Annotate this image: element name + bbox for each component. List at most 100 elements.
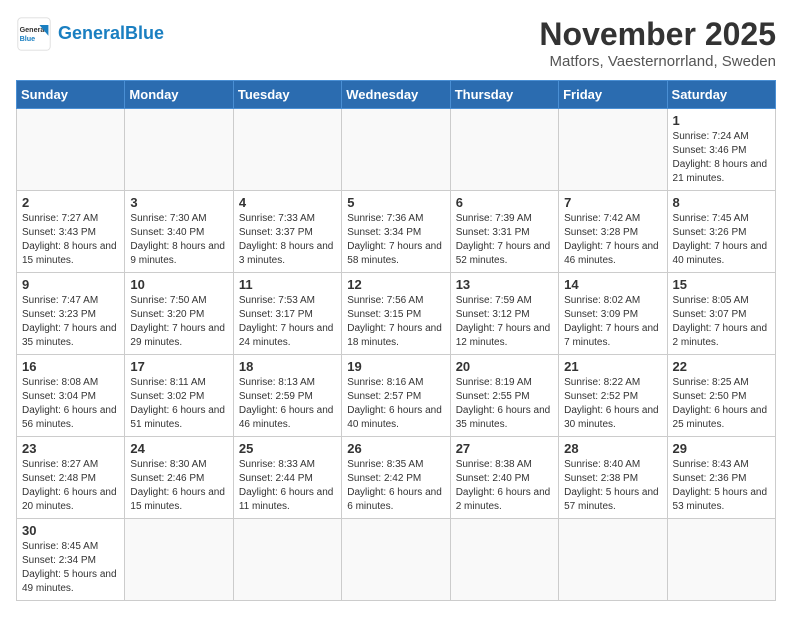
day-info: Sunrise: 7:42 AM Sunset: 3:28 PM Dayligh…: [564, 212, 661, 268]
day-info: Sunrise: 7:53 AM Sunset: 3:17 PM Dayligh…: [239, 294, 336, 350]
calendar-cell: 21 Sunrise: 8:22 AM Sunset: 2:52 PM Dayli…: [559, 355, 667, 437]
calendar-cell: 8 Sunrise: 7:45 AM Sunset: 3:26 PM Daylig…: [667, 191, 775, 273]
calendar-cell: 6Sunrise: 7:39 AM Sunset: 3:31 PM Daylig…: [450, 191, 558, 273]
svg-text:Blue: Blue: [20, 34, 36, 43]
calendar-cell: 30 Sunrise: 8:45 AM Sunset: 2:34 PM Dayli…: [17, 519, 125, 601]
day-number: 15: [673, 277, 770, 292]
day-number: 18: [239, 359, 336, 374]
day-number: 25: [239, 441, 336, 456]
weekday-header-saturday: Saturday: [667, 81, 775, 109]
day-number: 19: [347, 359, 444, 374]
day-info: Sunrise: 8:35 AM Sunset: 2:42 PM Dayligh…: [347, 458, 444, 514]
day-number: 23: [22, 441, 119, 456]
calendar-cell: [342, 109, 450, 191]
day-number: 4: [239, 195, 336, 210]
calendar-cell: 23 Sunrise: 8:27 AM Sunset: 2:48 PM Dayli…: [17, 437, 125, 519]
day-info: Sunrise: 8:40 AM Sunset: 2:38 PM Dayligh…: [564, 458, 661, 514]
day-info: Sunrise: 7:27 AM Sunset: 3:43 PM Dayligh…: [22, 212, 119, 268]
day-number: 7: [564, 195, 661, 210]
calendar-cell: 27 Sunrise: 8:38 AM Sunset: 2:40 PM Dayli…: [450, 437, 558, 519]
calendar-cell: 16Sunrise: 8:08 AM Sunset: 3:04 PM Dayli…: [17, 355, 125, 437]
week-row-2: 9Sunrise: 7:47 AM Sunset: 3:23 PM Daylig…: [17, 273, 776, 355]
week-row-0: 1 Sunrise: 7:24 AM Sunset: 3:46 PM Daylig…: [17, 109, 776, 191]
day-info: Sunrise: 7:56 AM Sunset: 3:15 PM Dayligh…: [347, 294, 444, 350]
weekday-header-thursday: Thursday: [450, 81, 558, 109]
weekday-header-monday: Monday: [125, 81, 233, 109]
logo-general: General: [58, 23, 125, 43]
day-number: 16: [22, 359, 119, 374]
logo-blue: Blue: [125, 23, 164, 43]
day-number: 1: [673, 113, 770, 128]
day-info: Sunrise: 8:02 AM Sunset: 3:09 PM Dayligh…: [564, 294, 661, 350]
weekday-header-friday: Friday: [559, 81, 667, 109]
day-info: Sunrise: 8:45 AM Sunset: 2:34 PM Dayligh…: [22, 540, 119, 596]
calendar-cell: 4 Sunrise: 7:33 AM Sunset: 3:37 PM Daylig…: [233, 191, 341, 273]
day-info: Sunrise: 8:13 AM Sunset: 2:59 PM Dayligh…: [239, 376, 336, 432]
day-info: Sunrise: 7:33 AM Sunset: 3:37 PM Dayligh…: [239, 212, 336, 268]
calendar-cell: 20 Sunrise: 8:19 AM Sunset: 2:55 PM Dayli…: [450, 355, 558, 437]
day-info: Sunrise: 8:22 AM Sunset: 2:52 PM Dayligh…: [564, 376, 661, 432]
calendar-cell: [667, 519, 775, 601]
weekday-header-tuesday: Tuesday: [233, 81, 341, 109]
week-row-3: 16Sunrise: 8:08 AM Sunset: 3:04 PM Dayli…: [17, 355, 776, 437]
month-title: November 2025: [539, 16, 776, 53]
title-block: November 2025 Matfors, Vaesternorrland, …: [539, 16, 776, 70]
calendar-cell: 15 Sunrise: 8:05 AM Sunset: 3:07 PM Dayli…: [667, 273, 775, 355]
calendar-cell: 29Sunrise: 8:43 AM Sunset: 2:36 PM Dayli…: [667, 437, 775, 519]
calendar-cell: 12Sunrise: 7:56 AM Sunset: 3:15 PM Dayli…: [342, 273, 450, 355]
calendar-cell: [559, 519, 667, 601]
calendar-cell: 13 Sunrise: 7:59 AM Sunset: 3:12 PM Dayli…: [450, 273, 558, 355]
calendar-cell: [559, 109, 667, 191]
day-info: Sunrise: 8:19 AM Sunset: 2:55 PM Dayligh…: [456, 376, 553, 432]
calendar-cell: 17Sunrise: 8:11 AM Sunset: 3:02 PM Dayli…: [125, 355, 233, 437]
day-number: 13: [456, 277, 553, 292]
weekday-header-wednesday: Wednesday: [342, 81, 450, 109]
calendar-cell: 1 Sunrise: 7:24 AM Sunset: 3:46 PM Daylig…: [667, 109, 775, 191]
day-number: 27: [456, 441, 553, 456]
calendar-cell: [125, 519, 233, 601]
calendar-cell: [450, 109, 558, 191]
day-info: Sunrise: 8:05 AM Sunset: 3:07 PM Dayligh…: [673, 294, 770, 350]
weekday-header-sunday: Sunday: [17, 81, 125, 109]
day-number: 20: [456, 359, 553, 374]
day-number: 21: [564, 359, 661, 374]
calendar-cell: [17, 109, 125, 191]
calendar-cell: [125, 109, 233, 191]
week-row-1: 2Sunrise: 7:27 AM Sunset: 3:43 PM Daylig…: [17, 191, 776, 273]
day-info: Sunrise: 8:38 AM Sunset: 2:40 PM Dayligh…: [456, 458, 553, 514]
day-info: Sunrise: 8:16 AM Sunset: 2:57 PM Dayligh…: [347, 376, 444, 432]
calendar-cell: 3Sunrise: 7:30 AM Sunset: 3:40 PM Daylig…: [125, 191, 233, 273]
week-row-4: 23 Sunrise: 8:27 AM Sunset: 2:48 PM Dayli…: [17, 437, 776, 519]
day-info: Sunrise: 7:47 AM Sunset: 3:23 PM Dayligh…: [22, 294, 119, 350]
day-number: 5: [347, 195, 444, 210]
day-info: Sunrise: 8:27 AM Sunset: 2:48 PM Dayligh…: [22, 458, 119, 514]
calendar-cell: 26Sunrise: 8:35 AM Sunset: 2:42 PM Dayli…: [342, 437, 450, 519]
location-title: Matfors, Vaesternorrland, Sweden: [539, 53, 776, 70]
calendar-cell: 22 Sunrise: 8:25 AM Sunset: 2:50 PM Dayli…: [667, 355, 775, 437]
page-header: General Blue GeneralBlue November 2025 M…: [16, 16, 776, 70]
day-number: 22: [673, 359, 770, 374]
calendar-cell: 28Sunrise: 8:40 AM Sunset: 2:38 PM Dayli…: [559, 437, 667, 519]
day-info: Sunrise: 7:50 AM Sunset: 3:20 PM Dayligh…: [130, 294, 227, 350]
day-number: 11: [239, 277, 336, 292]
calendar-cell: 18 Sunrise: 8:13 AM Sunset: 2:59 PM Dayli…: [233, 355, 341, 437]
day-number: 17: [130, 359, 227, 374]
day-number: 8: [673, 195, 770, 210]
day-info: Sunrise: 7:24 AM Sunset: 3:46 PM Dayligh…: [673, 130, 770, 186]
day-info: Sunrise: 8:30 AM Sunset: 2:46 PM Dayligh…: [130, 458, 227, 514]
day-info: Sunrise: 7:45 AM Sunset: 3:26 PM Dayligh…: [673, 212, 770, 268]
day-number: 29: [673, 441, 770, 456]
day-number: 30: [22, 523, 119, 538]
calendar: SundayMondayTuesdayWednesdayThursdayFrid…: [16, 80, 776, 601]
calendar-cell: 19 Sunrise: 8:16 AM Sunset: 2:57 PM Dayli…: [342, 355, 450, 437]
calendar-cell: 7 Sunrise: 7:42 AM Sunset: 3:28 PM Daylig…: [559, 191, 667, 273]
weekday-header-row: SundayMondayTuesdayWednesdayThursdayFrid…: [17, 81, 776, 109]
calendar-cell: 24 Sunrise: 8:30 AM Sunset: 2:46 PM Dayli…: [125, 437, 233, 519]
day-info: Sunrise: 7:59 AM Sunset: 3:12 PM Dayligh…: [456, 294, 553, 350]
calendar-cell: 2Sunrise: 7:27 AM Sunset: 3:43 PM Daylig…: [17, 191, 125, 273]
day-info: Sunrise: 7:39 AM Sunset: 3:31 PM Dayligh…: [456, 212, 553, 268]
day-info: Sunrise: 8:25 AM Sunset: 2:50 PM Dayligh…: [673, 376, 770, 432]
calendar-cell: [233, 519, 341, 601]
day-number: 24: [130, 441, 227, 456]
calendar-cell: [342, 519, 450, 601]
